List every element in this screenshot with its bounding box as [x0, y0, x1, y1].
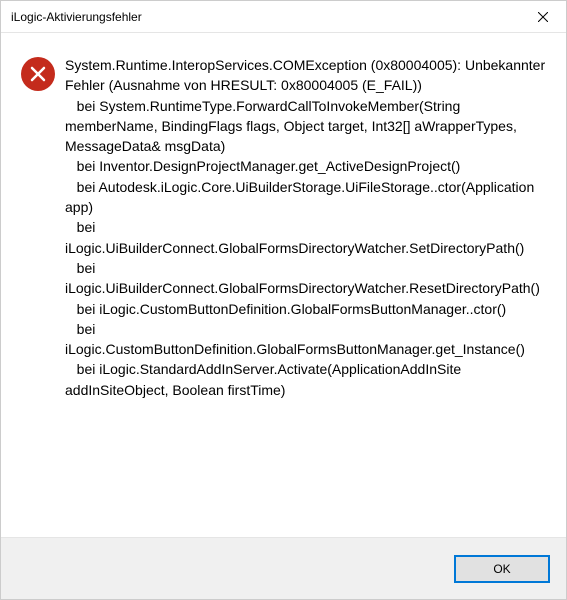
close-icon [538, 12, 548, 22]
error-icon [21, 57, 55, 91]
close-button[interactable] [520, 1, 566, 33]
ok-button[interactable]: OK [454, 555, 550, 583]
button-row: OK [1, 537, 566, 599]
titlebar: iLogic-Aktivierungsfehler [1, 1, 566, 33]
window-title: iLogic-Aktivierungsfehler [11, 10, 142, 24]
icon-column [21, 55, 65, 527]
error-message: System.Runtime.InteropServices.COMExcept… [65, 55, 546, 527]
dialog-content: System.Runtime.InteropServices.COMExcept… [1, 33, 566, 537]
